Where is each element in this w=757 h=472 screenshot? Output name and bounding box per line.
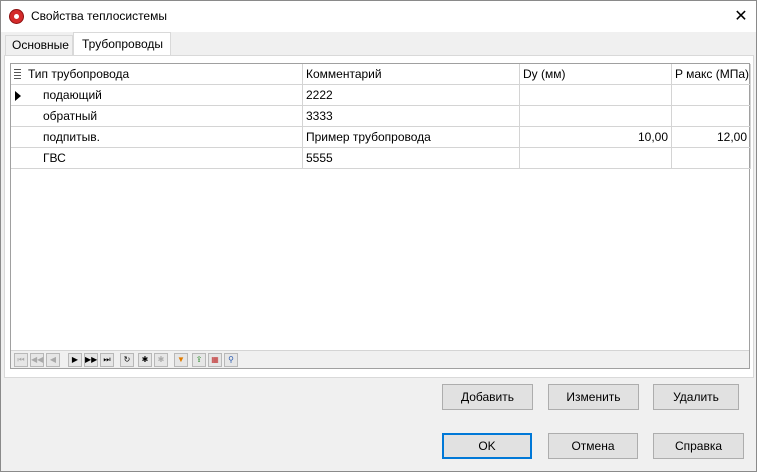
tab-pipelines[interactable]: Трубопроводы — [73, 32, 171, 56]
table-row[interactable]: подпитыв. Пример трубопровода 10,00 12,0… — [11, 127, 751, 148]
cell-comment[interactable]: 3333 — [303, 106, 520, 127]
app-icon — [9, 9, 24, 24]
add-button[interactable]: Добавить — [442, 384, 533, 410]
column-header-dy[interactable]: Dy (мм) — [520, 64, 672, 85]
nav-refresh-button[interactable]: ↻ — [120, 353, 134, 367]
current-row-arrow-icon — [15, 91, 21, 101]
close-button[interactable]: ✕ — [727, 4, 755, 29]
row-indicator — [11, 148, 25, 169]
column-setup-icon — [14, 69, 21, 79]
edit-button[interactable]: Изменить — [548, 384, 639, 410]
table-row[interactable]: подающий 2222 — [11, 85, 751, 106]
cell-type[interactable]: обратный — [25, 106, 303, 127]
cell-type[interactable]: подпитыв. — [25, 127, 303, 148]
dialog-footer: OK Отмена Справка — [1, 421, 756, 471]
nav-prior-button[interactable]: ◀ — [46, 353, 60, 367]
nav-grid-setup-button[interactable]: ▦ — [208, 353, 222, 367]
nav-first-button[interactable]: ⏮ — [14, 353, 28, 367]
cell-pmax[interactable]: 12,00 — [672, 127, 751, 148]
row-indicator — [11, 106, 25, 127]
nav-export-button[interactable]: ⇪ — [192, 353, 206, 367]
cancel-button[interactable]: Отмена — [548, 433, 638, 459]
delete-button[interactable]: Удалить — [653, 384, 739, 410]
cell-comment[interactable]: 5555 — [303, 148, 520, 169]
nav-delete-button[interactable]: ✱ — [154, 353, 168, 367]
cell-type[interactable]: подающий — [25, 85, 303, 106]
cell-type[interactable]: ГВС — [25, 148, 303, 169]
ok-button[interactable]: OK — [442, 433, 532, 459]
nav-filter-button[interactable]: ▼ — [174, 353, 188, 367]
table-row[interactable]: ГВС 5555 — [11, 148, 751, 169]
table-row[interactable]: обратный 3333 — [11, 106, 751, 127]
cell-comment[interactable]: Пример трубопровода — [303, 127, 520, 148]
pipelines-grid[interactable]: Тип трубопровода Комментарий Dy (мм) P м… — [10, 63, 751, 369]
tab-panel-pipelines: Тип трубопровода Комментарий Dy (мм) P м… — [4, 55, 754, 378]
row-indicator — [11, 127, 25, 148]
tab-main[interactable]: Основные — [5, 35, 73, 56]
column-header-type[interactable]: Тип трубопровода — [25, 64, 303, 85]
nav-find-button[interactable]: ⚲ — [224, 353, 238, 367]
cell-dy[interactable] — [520, 106, 672, 127]
nav-next-page-button[interactable]: ▶▶ — [84, 353, 98, 367]
column-header-pmax[interactable]: P макс (МПа) — [672, 64, 751, 85]
cell-pmax[interactable] — [672, 85, 751, 106]
nav-next-button[interactable]: ▶ — [68, 353, 82, 367]
nav-prior-page-button[interactable]: ◀◀ — [30, 353, 44, 367]
grid-indicator-header[interactable] — [11, 64, 25, 85]
row-indicator — [11, 85, 25, 106]
grid-navigator: ⏮ ◀◀ ◀ ▶ ▶▶ ⏭ ↻ ✱ ✱ ▼ ⇪ ▦ ⚲ — [11, 350, 749, 368]
nav-last-button[interactable]: ⏭ — [100, 353, 114, 367]
cell-dy[interactable] — [520, 148, 672, 169]
grid-header: Тип трубопровода Комментарий Dy (мм) P м… — [11, 64, 751, 85]
cell-pmax[interactable] — [672, 106, 751, 127]
cell-pmax[interactable] — [672, 148, 751, 169]
column-header-comment[interactable]: Комментарий — [303, 64, 520, 85]
cell-dy[interactable] — [520, 85, 672, 106]
help-button[interactable]: Справка — [653, 433, 744, 459]
cell-dy[interactable]: 10,00 — [520, 127, 672, 148]
window-title: Свойства теплосистемы — [31, 9, 167, 23]
dialog-window: Свойства теплосистемы ✕ Основные Трубопр… — [0, 0, 757, 472]
nav-insert-button[interactable]: ✱ — [138, 353, 152, 367]
cell-comment[interactable]: 2222 — [303, 85, 520, 106]
title-bar: Свойства теплосистемы ✕ — [1, 1, 756, 32]
